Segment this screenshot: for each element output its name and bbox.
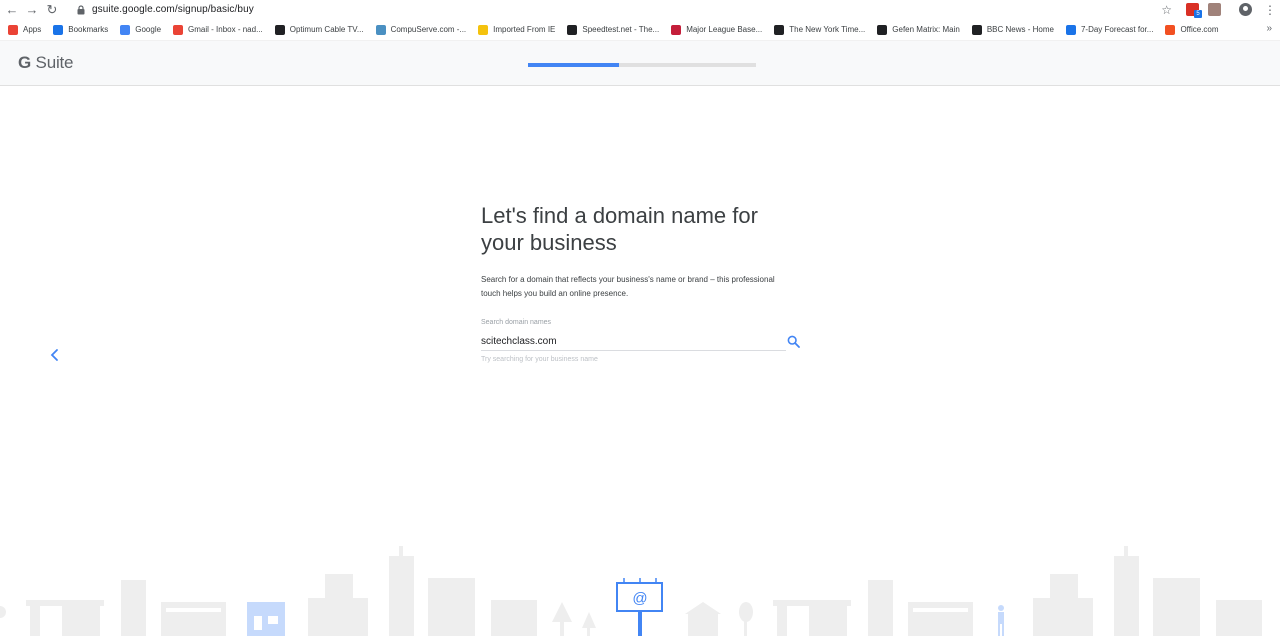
noaa-icon bbox=[1065, 24, 1076, 35]
extension-badge: 5 bbox=[1194, 10, 1202, 18]
bookmark-label: Imported From IE bbox=[493, 25, 556, 34]
bookmark-item[interactable]: Major League Base... bbox=[671, 24, 763, 35]
apps-grid-icon bbox=[8, 24, 18, 35]
billboard-icon: @ bbox=[616, 578, 663, 636]
google-icon bbox=[120, 24, 131, 35]
gmail-icon bbox=[173, 24, 184, 35]
bookmark-label: Google bbox=[135, 25, 162, 34]
bookmark-label: Bookmarks bbox=[68, 25, 109, 34]
browser-toolbar: ← → ↻ gsuite.google.com/signup/basic/buy… bbox=[0, 0, 1280, 19]
signup-progress-fill bbox=[528, 63, 620, 67]
speedtest-icon bbox=[567, 24, 578, 35]
gsuite-logo[interactable]: G Suite bbox=[18, 53, 74, 73]
forward-arrow-icon[interactable]: → bbox=[22, 0, 42, 19]
city-skyline-illustration: @ bbox=[0, 546, 1262, 636]
url-text[interactable]: gsuite.google.com/signup/basic/buy bbox=[92, 4, 254, 15]
mlb-icon bbox=[671, 24, 682, 35]
bookmark-item[interactable]: Imported From IE bbox=[478, 24, 556, 35]
bookmark-label: Gmail - Inbox - nad... bbox=[188, 25, 263, 34]
pdf-extension-icon[interactable] bbox=[1208, 3, 1221, 16]
back-chevron-icon[interactable] bbox=[48, 347, 62, 363]
billboard-symbol: @ bbox=[632, 590, 647, 607]
app-header: G Suite bbox=[0, 41, 1280, 86]
bookmark-label: Major League Base... bbox=[686, 25, 763, 34]
bookmark-item[interactable]: 7-Day Forecast for... bbox=[1065, 24, 1154, 35]
optimum-icon bbox=[274, 24, 285, 35]
bookmark-label: Office.com bbox=[1180, 25, 1219, 34]
bookmark-item[interactable]: CompuServe.com -... bbox=[375, 24, 467, 35]
extension-icon[interactable]: 5 bbox=[1186, 3, 1202, 18]
bookmark-star-icon[interactable]: ☆ bbox=[1161, 3, 1172, 17]
bookmark-label: Apps bbox=[23, 25, 42, 34]
bookmark-item[interactable]: Gmail - Inbox - nad... bbox=[173, 24, 263, 35]
logo-g: G bbox=[18, 53, 32, 72]
bookmarks-overflow-icon[interactable]: » bbox=[1266, 23, 1272, 34]
back-arrow-icon[interactable]: ← bbox=[2, 0, 22, 19]
search-label: Search domain names bbox=[481, 319, 552, 326]
bookmark-item[interactable]: Office.com bbox=[1165, 24, 1219, 35]
star-icon bbox=[53, 24, 64, 35]
lock-icon bbox=[76, 4, 86, 16]
compuserve-icon bbox=[375, 24, 386, 35]
logo-suite: Suite bbox=[31, 53, 74, 72]
more-menu-icon[interactable]: ⋮ bbox=[1264, 3, 1276, 17]
reload-icon[interactable]: ↻ bbox=[42, 0, 62, 19]
page-title: Let's find a domain name for your busine… bbox=[481, 203, 758, 255]
search-helper-text: Try searching for your business name bbox=[481, 356, 598, 363]
office-icon bbox=[1165, 24, 1176, 35]
profile-avatar-icon[interactable] bbox=[1239, 3, 1252, 16]
bookmark-item[interactable]: Optimum Cable TV... bbox=[274, 24, 364, 35]
gefen-icon bbox=[877, 24, 888, 35]
bookmark-label: Optimum Cable TV... bbox=[289, 25, 364, 34]
omnibox[interactable]: gsuite.google.com/signup/basic/buy bbox=[76, 4, 254, 16]
page-description: Search for a domain that reflects your b… bbox=[481, 275, 775, 298]
bookmark-label: CompuServe.com -... bbox=[390, 25, 467, 34]
domain-search-input[interactable] bbox=[481, 333, 786, 351]
bookmark-item[interactable]: Gefen Matrix: Main bbox=[877, 24, 960, 35]
bookmark-label: 7-Day Forecast for... bbox=[1080, 25, 1154, 34]
bookmarks-bar: Apps Bookmarks Google Gmail - Inbox - nad..… bbox=[0, 19, 1280, 41]
bookmark-item[interactable]: Bookmarks bbox=[53, 24, 109, 35]
bookmark-label: Gefen Matrix: Main bbox=[892, 25, 960, 34]
bookmark-item[interactable]: BBC News - Home bbox=[971, 24, 1054, 35]
bookmark-label: Speedtest.net - The... bbox=[582, 25, 660, 34]
bookmark-item[interactable]: Apps bbox=[8, 24, 42, 35]
signup-progress-bar bbox=[528, 63, 756, 67]
bookmark-item[interactable]: Speedtest.net - The... bbox=[567, 24, 660, 35]
nyt-icon bbox=[774, 24, 785, 35]
bookmark-item[interactable]: Google bbox=[120, 24, 162, 35]
bookmark-label: BBC News - Home bbox=[986, 25, 1054, 34]
folder-icon bbox=[478, 24, 489, 35]
bookmark-item[interactable]: The New York Time... bbox=[774, 24, 866, 35]
bookmark-label: The New York Time... bbox=[789, 25, 866, 34]
bbc-icon bbox=[971, 24, 982, 35]
search-icon[interactable] bbox=[787, 335, 800, 348]
